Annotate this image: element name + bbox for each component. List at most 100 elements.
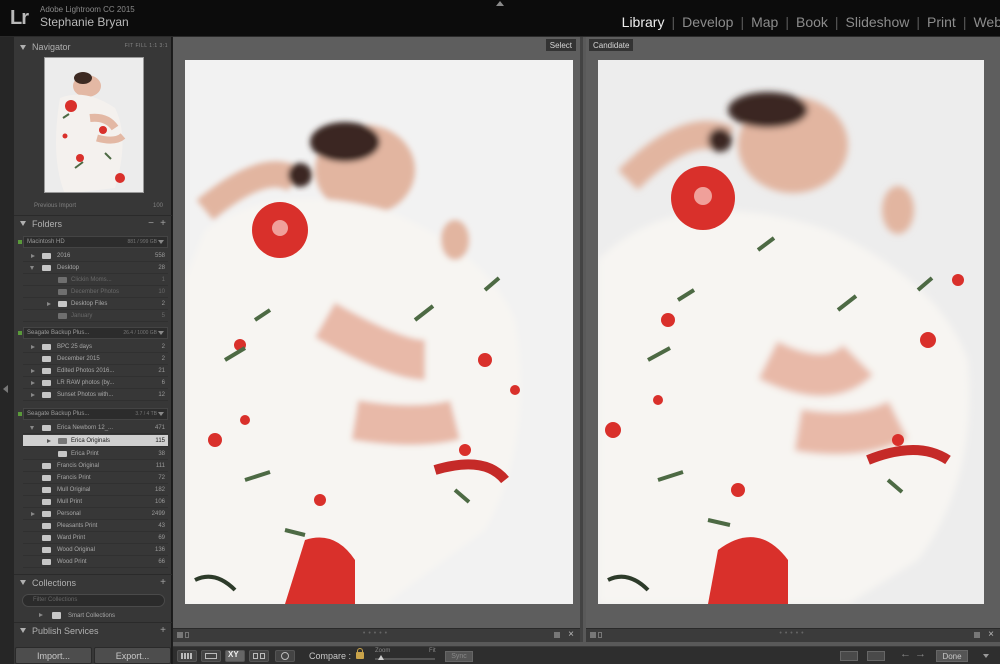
toolbar-menu-icon[interactable] <box>983 654 989 658</box>
next-arrow-icon[interactable]: → <box>915 648 926 660</box>
collections-filter-input[interactable]: Filter Collections <box>22 594 165 607</box>
module-print[interactable]: Print <box>925 14 958 30</box>
folder-row[interactable]: Ward Print 69 <box>23 532 168 544</box>
collapse-triangle-icon[interactable] <box>30 426 34 430</box>
volume-triangle-icon[interactable] <box>158 240 164 244</box>
folder-row[interactable]: 2016 558 <box>23 250 168 262</box>
module-book[interactable]: Book <box>794 14 830 30</box>
folder-row[interactable]: Mull Print 106 <box>23 496 168 508</box>
make-select-icon[interactable] <box>867 651 885 661</box>
folder-row[interactable]: Erica Newborn 12_... 471 <box>23 422 168 434</box>
folder-row[interactable]: Sunset Photos with... 12 <box>23 389 168 401</box>
zoom-slider-handle[interactable] <box>378 655 384 660</box>
folder-row[interactable]: Personal 2499 <box>23 508 168 520</box>
previous-import-label[interactable]: Previous Import <box>34 203 76 209</box>
done-button[interactable]: Done <box>936 650 968 662</box>
volume-header[interactable]: Seagate Backup Plus... 3.7 / 4 TB <box>18 408 168 420</box>
flag-reject-icon[interactable] <box>598 632 602 638</box>
add-publish-service-icon[interactable]: + <box>160 625 166 636</box>
compare-view-button[interactable]: XY <box>225 650 245 662</box>
expand-triangle-icon[interactable] <box>31 512 35 516</box>
export-button[interactable]: Export... <box>94 647 171 664</box>
folder-row-selected[interactable]: Erica Originals 115 <box>23 435 168 447</box>
volume-header[interactable]: Macintosh HD 881 / 999 GB <box>18 236 168 248</box>
navigator-preview[interactable] <box>44 57 144 193</box>
smart-collections-row[interactable]: Smart Collections <box>38 610 168 622</box>
sync-button[interactable]: Sync <box>445 651 473 662</box>
folder-row[interactable]: Wood Original 136 <box>23 544 168 556</box>
select-photo[interactable] <box>185 60 573 604</box>
rating-stars[interactable]: ••••• <box>779 630 806 637</box>
survey-view-button[interactable] <box>249 650 269 662</box>
folder-row[interactable]: Desktop Files 2 <box>23 298 168 310</box>
folder-row[interactable]: Mull Original 182 <box>23 484 168 496</box>
rating-stars[interactable]: ••••• <box>363 630 390 637</box>
folder-row[interactable]: December 2015 2 <box>23 353 168 365</box>
expand-triangle-icon[interactable] <box>31 393 35 397</box>
volume-triangle-icon[interactable] <box>158 331 164 335</box>
folder-row[interactable]: Clickin Moms... 1 <box>23 274 168 286</box>
import-button[interactable]: Import... <box>15 647 92 664</box>
expand-triangle-icon[interactable] <box>31 369 35 373</box>
identity-plate[interactable]: Stephanie Bryan <box>40 15 129 29</box>
volume-header[interactable]: Seagate Backup Plus... 26.4 / 1000 GB <box>18 327 168 339</box>
expand-triangle-icon[interactable] <box>47 302 51 306</box>
color-label-icon[interactable] <box>554 632 560 638</box>
folder-icon <box>42 265 51 271</box>
add-folder-icon[interactable]: + <box>160 218 166 229</box>
folder-row[interactable]: Erica Print 38 <box>23 448 168 460</box>
navigator-zoom-options[interactable]: FIT FILL 1:1 3:1 <box>125 43 168 49</box>
expand-triangle-icon[interactable] <box>47 439 51 443</box>
color-label-icon[interactable] <box>974 632 980 638</box>
folder-row[interactable]: Francis Original 111 <box>23 460 168 472</box>
candidate-photo[interactable] <box>598 60 984 604</box>
module-slideshow[interactable]: Slideshow <box>844 14 912 30</box>
folder-row[interactable]: Edited Photos 2016... 21 <box>23 365 168 377</box>
collections-header[interactable]: Collections + <box>14 574 172 590</box>
folder-row[interactable]: Desktop 28 <box>23 262 168 274</box>
flag-pick-icon[interactable] <box>177 632 183 638</box>
folder-row[interactable]: Pleasants Print 43 <box>23 520 168 532</box>
left-panel-edge[interactable] <box>0 37 14 664</box>
close-icon[interactable]: × <box>568 629 574 640</box>
folder-row[interactable]: LR RAW photos (by... 6 <box>23 377 168 389</box>
swap-icon[interactable] <box>840 651 858 661</box>
select-pane[interactable]: Select ••••• × <box>173 37 583 642</box>
collapse-top-arrow-icon[interactable] <box>496 1 504 6</box>
folder-icon <box>58 301 67 307</box>
collapse-triangle-icon[interactable] <box>30 266 34 270</box>
collapse-left-arrow-icon[interactable] <box>3 385 8 393</box>
candidate-pane[interactable]: Candidate ••••• × <box>586 37 1000 642</box>
publish-services-header[interactable]: Publish Services + <box>14 622 172 638</box>
folder-row[interactable]: December Photos 10 <box>23 286 168 298</box>
module-separator: | <box>916 14 921 30</box>
module-develop[interactable]: Develop <box>680 14 735 30</box>
previous-arrow-icon[interactable]: ← <box>900 648 911 660</box>
flag-pick-icon[interactable] <box>590 632 596 638</box>
loupe-view-button[interactable] <box>201 650 221 662</box>
expand-triangle-icon[interactable] <box>31 254 35 258</box>
module-web[interactable]: Web <box>971 14 1000 30</box>
expand-triangle-icon[interactable] <box>31 381 35 385</box>
expand-triangle-icon[interactable] <box>39 613 43 617</box>
folder-label: December Photos <box>71 288 120 295</box>
folders-header[interactable]: Folders − + <box>14 215 172 231</box>
navigator-header[interactable]: Navigator FIT FILL 1:1 3:1 <box>14 39 172 55</box>
grid-view-button[interactable] <box>177 650 197 662</box>
zoom-slider[interactable] <box>375 658 435 660</box>
module-library[interactable]: Library <box>620 14 667 30</box>
remove-folder-icon[interactable]: − <box>148 218 154 229</box>
folder-row[interactable]: Francis Print 72 <box>23 472 168 484</box>
folder-row[interactable]: January 5 <box>23 310 168 322</box>
lock-icon[interactable] <box>356 648 364 659</box>
close-icon[interactable]: × <box>988 629 994 640</box>
people-view-button[interactable] <box>275 650 295 662</box>
add-collection-icon[interactable]: + <box>160 577 166 588</box>
volume-triangle-icon[interactable] <box>158 412 164 416</box>
module-map[interactable]: Map <box>749 14 780 30</box>
expand-triangle-icon[interactable] <box>31 345 35 349</box>
flag-reject-icon[interactable] <box>185 632 189 638</box>
folder-row[interactable]: BPC 25 days 2 <box>23 341 168 353</box>
folder-count: 2 <box>161 343 165 350</box>
folder-row[interactable]: Wood Print 66 <box>23 556 168 568</box>
